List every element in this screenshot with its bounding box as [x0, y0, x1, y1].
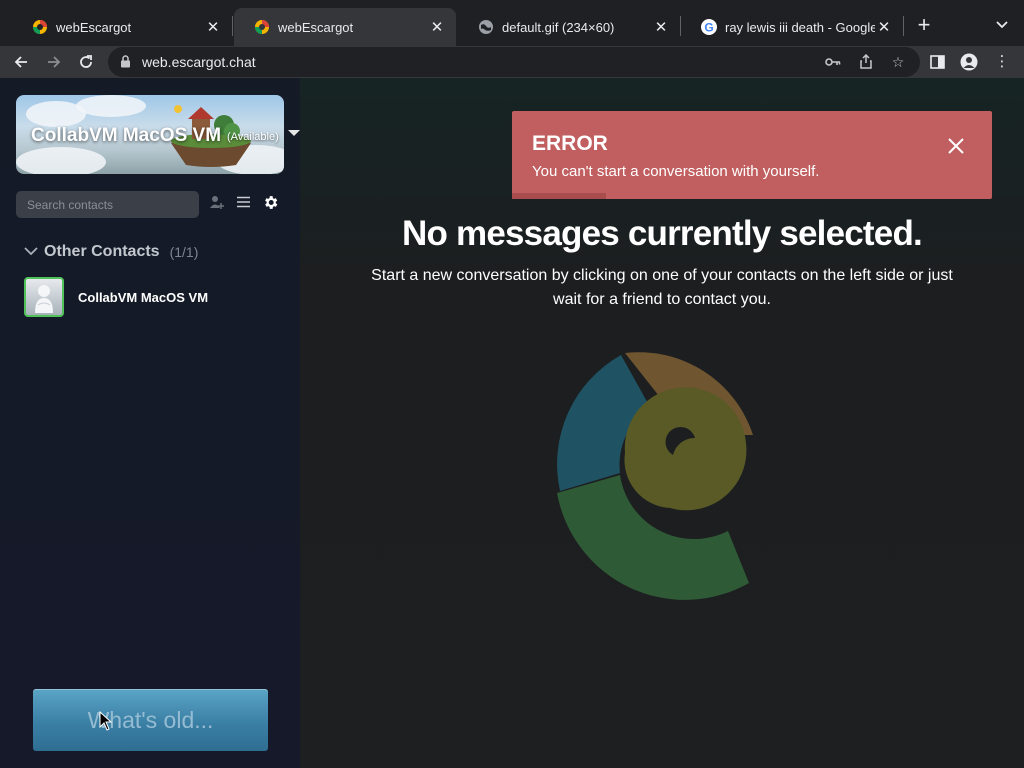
escargot-favicon-icon	[254, 19, 270, 35]
contacts-sidebar: CollabVM MacOS VM (Available) Other Cont…	[0, 78, 300, 768]
profile-card[interactable]: CollabVM MacOS VM (Available)	[16, 95, 284, 174]
bookmark-star-icon[interactable]: ☆	[889, 54, 907, 70]
settings-gear-icon[interactable]	[260, 194, 280, 214]
url-text: web.escargot.chat	[142, 54, 256, 70]
tab-divider	[232, 16, 233, 36]
add-contact-icon[interactable]	[207, 194, 227, 214]
share-icon[interactable]	[857, 53, 875, 70]
conversation-area: No messages currently selected. Start a …	[300, 78, 1024, 768]
tab-title: ray lewis iii death - Google S	[725, 19, 875, 35]
forward-arrow-icon[interactable]	[41, 49, 67, 75]
mouse-cursor-icon	[99, 711, 113, 731]
tab-google-search[interactable]: G ray lewis iii death - Google S ✕	[681, 8, 903, 46]
tab-close-icon[interactable]: ✕	[875, 18, 893, 36]
side-panel-icon[interactable]	[926, 51, 948, 73]
contact-group-header[interactable]: Other Contacts (1/1)	[24, 242, 198, 262]
browser-menu-kebab-icon[interactable]: ⋮	[991, 51, 1013, 73]
google-icon: G	[701, 19, 717, 35]
escargot-logo-icon	[557, 352, 753, 600]
status-dropdown-caret-icon[interactable]	[288, 130, 300, 136]
group-count: (1/1)	[169, 244, 199, 260]
tab-strip: webEscargot ✕ webEscargot ✕ default.gif …	[0, 0, 1024, 46]
tab-title: webEscargot	[56, 19, 132, 35]
reload-icon[interactable]	[73, 49, 99, 75]
tab-webescargot-1[interactable]: webEscargot ✕	[12, 8, 232, 46]
tab-close-icon[interactable]: ✕	[428, 18, 446, 36]
empty-state-subtext: Start a new conversation by clicking on …	[371, 267, 953, 308]
tab-close-icon[interactable]: ✕	[652, 18, 670, 36]
error-toast: ERROR You can't start a conversation wit…	[512, 111, 992, 199]
profile-avatar-icon[interactable]	[958, 51, 980, 73]
chevron-down-icon	[24, 243, 38, 261]
browser-toolbar: web.escargot.chat ☆ ⋮	[0, 46, 1024, 78]
tab-webescargot-2[interactable]: webEscargot ✕	[234, 8, 456, 46]
profile-name: CollabVM MacOS VM	[31, 125, 222, 146]
contact-item[interactable]: CollabVM MacOS VM	[24, 277, 284, 317]
back-arrow-icon[interactable]	[8, 49, 34, 75]
escargot-favicon-icon	[32, 19, 48, 35]
tab-close-icon[interactable]: ✕	[204, 18, 222, 36]
tab-title: default.gif (234×60)	[502, 19, 615, 35]
key-icon[interactable]	[824, 54, 842, 70]
whats-old-status-input[interactable]: What's old...	[33, 689, 268, 751]
close-icon[interactable]	[945, 135, 967, 157]
cloud-decoration	[76, 95, 146, 117]
toast-message: You can't start a conversation with your…	[532, 163, 820, 180]
toast-progress-bar	[512, 193, 606, 199]
tab-default-gif[interactable]: default.gif (234×60) ✕	[458, 8, 680, 46]
cloud-decoration	[16, 147, 106, 174]
contact-name: CollabVM MacOS VM	[78, 289, 209, 305]
list-view-icon[interactable]	[233, 194, 253, 214]
tab-divider	[903, 16, 904, 36]
empty-state-heading: No messages currently selected.	[402, 214, 923, 253]
lock-icon[interactable]	[120, 55, 131, 73]
svg-text:G: G	[704, 21, 713, 35]
new-tab-plus-icon[interactable]: +	[911, 12, 937, 38]
globe-icon	[478, 19, 494, 35]
toast-title: ERROR	[532, 132, 608, 155]
profile-status: (Available)	[227, 131, 279, 143]
tab-title: webEscargot	[278, 19, 354, 35]
default-user-avatar-icon	[35, 285, 53, 313]
webescargot-page: CollabVM MacOS VM (Available) Other Cont…	[0, 78, 1024, 768]
address-bar[interactable]: web.escargot.chat ☆	[108, 47, 920, 77]
group-name: Other Contacts	[44, 243, 160, 260]
tab-search-chevron-icon[interactable]	[990, 12, 1014, 38]
search-contacts-input[interactable]	[16, 191, 199, 218]
contact-avatar	[24, 277, 64, 317]
